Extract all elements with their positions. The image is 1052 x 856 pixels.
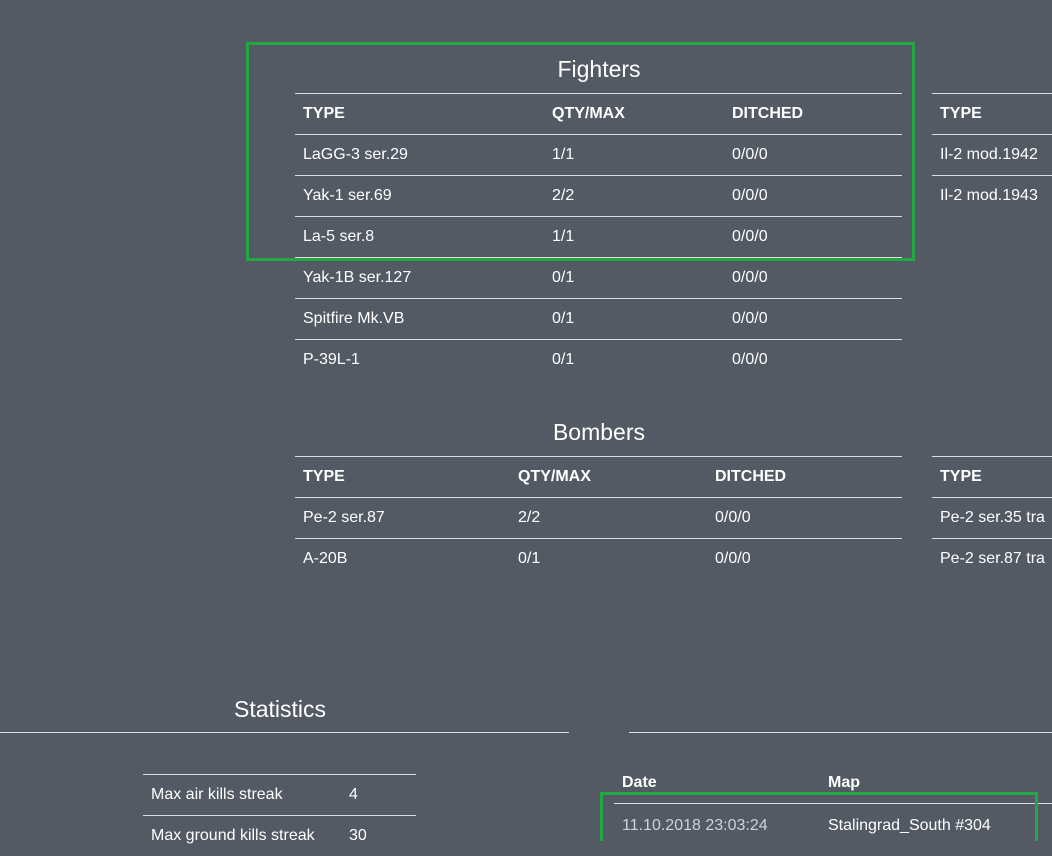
fighter-type: Yak-1B ser.127 <box>295 258 544 299</box>
bombers-title: Bombers <box>296 419 902 446</box>
fighter-ditched: 0/0/0 <box>724 135 902 176</box>
fighter-qty: 0/1 <box>544 258 724 299</box>
bomber-ditched: 0/0/0 <box>707 498 902 539</box>
bomber-ditched: 0/0/0 <box>707 539 902 580</box>
fighter-ditched: 0/0/0 <box>724 217 902 258</box>
table-row: Max air kills streak4 <box>143 775 416 816</box>
table-row: Pe-2 ser.35 tra <box>932 498 1052 539</box>
table-row: Yak-1 ser.692/20/0/0 <box>295 176 902 217</box>
mission-date: 11.10.2018 23:03:24 <box>622 817 768 835</box>
fighter-ditched: 0/0/0 <box>724 340 902 381</box>
stat-value: 4 <box>341 775 416 816</box>
fighters-col-type[interactable]: TYPE <box>295 94 544 135</box>
missions-divider <box>629 732 1052 733</box>
fighter-type: Yak-1 ser.69 <box>295 176 544 217</box>
attackers-table: TYPE Il-2 mod.1942 Il-2 mod.1943 <box>932 93 1052 216</box>
stat-label: Max air kills streak <box>143 775 341 816</box>
fighters-col-ditched[interactable]: DITCHED <box>724 94 902 135</box>
bombers-col-type[interactable]: TYPE <box>295 457 510 498</box>
fighter-type: La-5 ser.8 <box>295 217 544 258</box>
table-row: Pe-2 ser.872/20/0/0 <box>295 498 902 539</box>
missions-header-divider <box>614 803 1052 804</box>
fighter-qty: 1/1 <box>544 217 724 258</box>
bomber-qty: 0/1 <box>510 539 707 580</box>
table-row: LaGG-3 ser.291/10/0/0 <box>295 135 902 176</box>
fighters-col-qty[interactable]: QTY/MAX <box>544 94 724 135</box>
bombers-col-qty[interactable]: QTY/MAX <box>510 457 707 498</box>
bomber-type: Pe-2 ser.87 <box>295 498 510 539</box>
fighter-type: Spitfire Mk.VB <box>295 299 544 340</box>
fighters-table: TYPE QTY/MAX DITCHED LaGG-3 ser.291/10/0… <box>295 93 902 380</box>
bombers-col-ditched[interactable]: DITCHED <box>707 457 902 498</box>
bomber-qty: 2/2 <box>510 498 707 539</box>
statistics-divider <box>0 732 569 733</box>
missions-col-map[interactable]: Map <box>828 774 860 792</box>
attacker-type: Il-2 mod.1943 <box>932 176 1052 217</box>
transport-type: Pe-2 ser.87 tra <box>932 539 1052 580</box>
transports-col-type[interactable]: TYPE <box>932 457 1052 498</box>
statistics-title: Statistics <box>0 696 560 723</box>
fighters-title: Fighters <box>296 56 902 83</box>
table-row: La-5 ser.81/10/0/0 <box>295 217 902 258</box>
missions-col-date[interactable]: Date <box>622 774 657 792</box>
table-row: Il-2 mod.1943 <box>932 176 1052 217</box>
attackers-col-type[interactable]: TYPE <box>932 94 1052 135</box>
transport-type: Pe-2 ser.35 tra <box>932 498 1052 539</box>
attacker-type: Il-2 mod.1942 <box>932 135 1052 176</box>
table-row: Il-2 mod.1942 <box>932 135 1052 176</box>
fighter-qty: 1/1 <box>544 135 724 176</box>
table-row: Spitfire Mk.VB0/10/0/0 <box>295 299 902 340</box>
bombers-table: TYPE QTY/MAX DITCHED Pe-2 ser.872/20/0/0… <box>295 456 902 579</box>
fighter-ditched: 0/0/0 <box>724 258 902 299</box>
stat-value: 30 <box>341 816 416 856</box>
fighter-qty: 0/1 <box>544 299 724 340</box>
fighter-type: P-39L-1 <box>295 340 544 381</box>
mission-map-link[interactable]: Stalingrad_South #304 <box>828 817 991 835</box>
table-row: Max ground kills streak30 <box>143 816 416 856</box>
bomber-type: A-20B <box>295 539 510 580</box>
table-row: P-39L-10/10/0/0 <box>295 340 902 381</box>
table-row: A-20B0/10/0/0 <box>295 539 902 580</box>
fighter-qty: 0/1 <box>544 340 724 381</box>
fighter-qty: 2/2 <box>544 176 724 217</box>
fighter-type: LaGG-3 ser.29 <box>295 135 544 176</box>
fighter-ditched: 0/0/0 <box>724 299 902 340</box>
table-row: Yak-1B ser.1270/10/0/0 <box>295 258 902 299</box>
transports-table: TYPE Pe-2 ser.35 tra Pe-2 ser.87 tra <box>932 456 1052 579</box>
fighter-ditched: 0/0/0 <box>724 176 902 217</box>
stat-label: Max ground kills streak <box>143 816 341 856</box>
statistics-table: Max air kills streak4 Max ground kills s… <box>143 774 416 856</box>
table-row: Pe-2 ser.87 tra <box>932 539 1052 580</box>
